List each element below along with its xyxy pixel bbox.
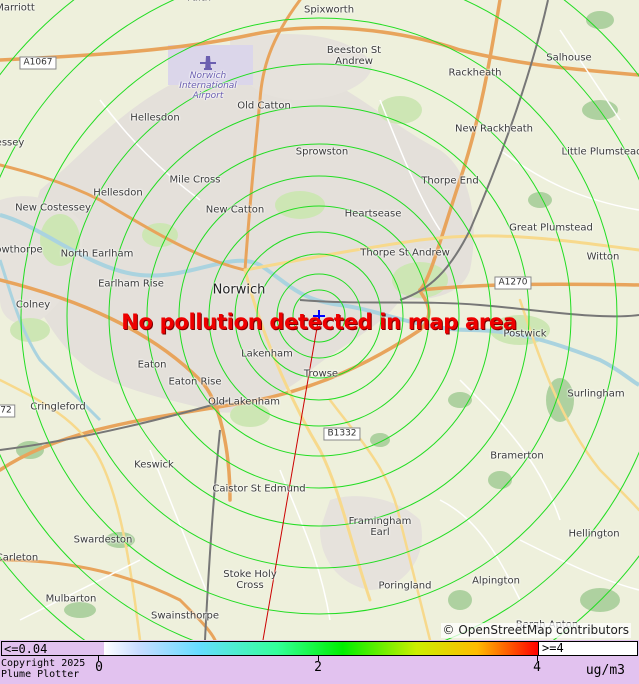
place-label-colney: Colney: [15, 299, 51, 311]
place-label-new-rackheath: New Rackheath: [454, 123, 534, 135]
place-label-thorpe-end: Thorpe End: [421, 175, 479, 187]
place-label-trowse: Trowse: [303, 368, 339, 380]
place-label-mile-cross: Mile Cross: [169, 174, 221, 186]
place-label-caistor-st-edmund: Caistor St Edmund: [212, 483, 306, 495]
no-pollution-message: No pollution detected in map area: [121, 310, 517, 334]
place-label-hellesdon: Hellesdon: [93, 187, 143, 199]
place-label-eaton-rise: Eaton Rise: [168, 376, 222, 388]
map-attribution[interactable]: © OpenStreetMap contributors: [440, 623, 631, 638]
legend-color-scale: [104, 641, 538, 656]
place-label-essey: essey: [0, 137, 25, 149]
place-label-earlham-rise: Earlham Rise: [98, 278, 164, 290]
place-label-alpington: Alpington: [472, 575, 520, 587]
legend-high-label: >=4: [538, 641, 638, 656]
place-label-bramerton: Bramerton: [490, 450, 544, 462]
place-label-sprowston: Sprowston: [295, 146, 349, 158]
legend-tick-label: 4: [533, 660, 541, 675]
copyright-notice: Copyright 2025 Plume Plotter: [1, 658, 85, 680]
road-shield-a1270: A1270: [494, 276, 532, 290]
place-label-rackheath: Rackheath: [448, 67, 502, 79]
place-label-carleton: Carleton: [0, 552, 39, 564]
place-label-lakenham: Lakenham: [241, 348, 293, 360]
place-label-beeston-st-andrew: Beeston St Andrew: [326, 45, 382, 67]
concentration-legend: <=0.04 >=4 0 2 4 Copyright 2025 Plume Pl…: [0, 640, 639, 684]
place-label-old-catton: Old Catton: [237, 100, 291, 112]
road-shield-72: 72: [0, 404, 16, 418]
place-label-mulbarton: Mulbarton: [45, 593, 97, 605]
place-label-faith: Faith: [187, 0, 211, 4]
app-name: Plume Plotter: [1, 669, 80, 680]
place-label-north-earlham: North Earlham: [60, 248, 134, 260]
place-label-keswick: Keswick: [134, 459, 174, 471]
road-shield-a1067: A1067: [19, 56, 57, 70]
place-label-norwich: Norwich: [212, 282, 266, 298]
legend-tick-label: 0: [95, 660, 103, 675]
place-label-framingham-earl: Framingham Earl: [348, 516, 412, 538]
place-label-hellington: Hellington: [568, 528, 620, 540]
place-label-salhouse: Salhouse: [546, 52, 592, 64]
road-shield-b1332: B1332: [323, 427, 361, 441]
place-label-owthorpe: owthorpe: [0, 244, 43, 256]
place-label-norwich-airport: Norwich International Airport: [179, 71, 237, 101]
legend-units: ug/m3: [585, 663, 625, 678]
place-label-cringleford: Cringleford: [30, 401, 86, 413]
place-label-marriott: Marriott: [0, 2, 35, 14]
place-label-new-costessey: New Costessey: [15, 202, 91, 214]
place-label-stoke-holy-cross: Stoke Holy Cross: [223, 569, 277, 591]
place-label-old-lakenham: Old Lakenham: [207, 396, 281, 408]
place-label-new-catton: New Catton: [205, 204, 265, 216]
place-label-witton: Witton: [586, 251, 620, 263]
plume-map-view: Faith Spixworth Marriott Beeston St Andrew S…: [0, 0, 639, 684]
place-label-hellesdon-north: Hellesdon: [130, 112, 180, 124]
legend-tick-label: 2: [314, 660, 322, 675]
place-label-swardeston: Swardeston: [73, 534, 133, 546]
place-label-eaton: Eaton: [137, 359, 167, 371]
place-label-spixworth: Spixworth: [303, 4, 355, 16]
place-label-heartsease: Heartsease: [344, 208, 402, 220]
place-label-little-plumstead: Little Plumstead: [561, 146, 639, 158]
place-label-great-plumstead: Great Plumstead: [509, 222, 593, 234]
copyright-line: Copyright 2025: [1, 658, 86, 669]
place-label-swainsthorpe: Swainsthorpe: [151, 610, 219, 622]
legend-low-label: <=0.04: [1, 641, 105, 656]
place-label-poringland: Poringland: [378, 580, 432, 592]
place-label-surlingham: Surlingham: [567, 388, 625, 400]
place-label-thorpe-st-andrew: Thorpe St Andrew: [360, 247, 450, 259]
